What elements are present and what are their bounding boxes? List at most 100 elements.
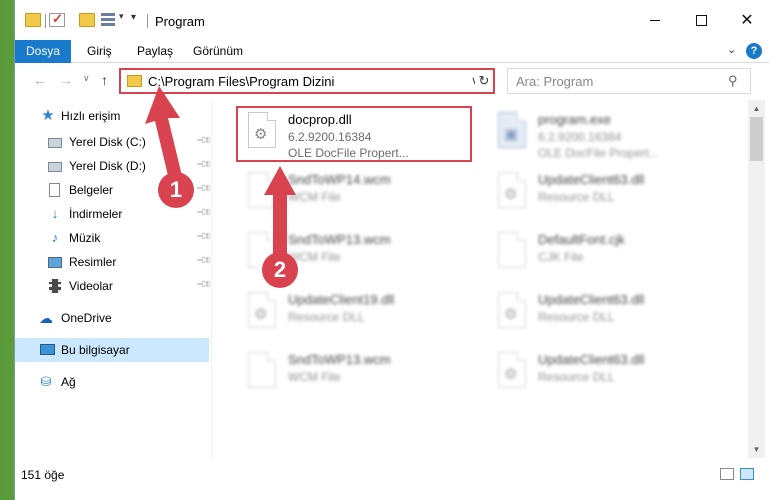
file-name: SndToWP13.wcm xyxy=(288,352,391,367)
file-icon xyxy=(248,352,276,388)
download-icon: ↓ xyxy=(51,206,59,221)
close-button[interactable]: ✕ xyxy=(724,0,769,40)
pin-icon[interactable]: 📌︎ xyxy=(195,156,212,173)
file-type: CJK File xyxy=(538,250,584,264)
file-name: UpdateClient63.dll xyxy=(538,292,645,307)
sidebar-item-this-pc[interactable]: Bu bilgisayar xyxy=(15,338,209,362)
sidebar-item-label: Videolar xyxy=(69,279,113,293)
network-icon: ⛁ xyxy=(40,374,52,389)
file-tile[interactable]: ⚙ UpdateClient19.dll Resource DLL xyxy=(238,286,478,342)
file-tile[interactable]: ⚙ UpdateClient63.dll Resource DLL xyxy=(488,346,728,402)
search-box[interactable]: Ara: Program ⚲ xyxy=(507,68,751,94)
pin-icon[interactable]: 📌︎ xyxy=(195,180,212,197)
tiles-view-icon[interactable] xyxy=(740,468,754,480)
sidebar-item-local-disk-c[interactable]: Yerel Disk (C:) 📌︎ xyxy=(15,130,212,154)
file-icon xyxy=(248,172,276,208)
help-icon[interactable]: ? xyxy=(746,43,762,59)
dll-file-icon: ⚙ xyxy=(248,292,276,328)
scroll-down-icon[interactable]: ▼ xyxy=(748,441,765,458)
details-view-icon[interactable] xyxy=(720,468,734,480)
file-name: UpdateClient19.dll xyxy=(288,292,395,307)
sidebar-item-label: OneDrive xyxy=(61,311,112,325)
up-arrow-icon[interactable]: ↑ xyxy=(101,72,108,88)
properties-icon[interactable] xyxy=(101,13,115,27)
search-input[interactable]: Ara: Program xyxy=(516,74,593,89)
step-badge-2: 2 xyxy=(262,252,298,288)
highlight-box xyxy=(236,106,472,162)
drive-icon xyxy=(48,162,62,172)
pin-icon[interactable]: 📌︎ xyxy=(195,204,212,221)
file-description: OLE DocFile Propert... xyxy=(538,146,659,160)
file-name: program.exe xyxy=(538,112,611,127)
folder-icon xyxy=(25,13,41,27)
file-name: DefaultFont.cjk xyxy=(538,232,625,247)
sidebar-item-videos[interactable]: Videolar 📌︎ xyxy=(15,274,212,298)
divider xyxy=(45,14,46,28)
new-folder-icon[interactable] xyxy=(79,13,95,27)
file-tile[interactable]: SndToWP13.wcm WCM File xyxy=(238,346,478,402)
explorer-window: ▾ ▾ Program ✕ Dosya Giriş Paylaş Görünüm… xyxy=(14,0,769,500)
recent-locations-icon[interactable]: ∨ xyxy=(83,73,90,84)
sidebar-item-network[interactable]: ⛁ Ağ xyxy=(15,370,209,394)
scroll-thumb[interactable] xyxy=(750,117,763,161)
status-bar: 151 öğe xyxy=(15,460,769,500)
exe-file-icon: ▣ xyxy=(498,112,526,148)
sidebar-item-label: Yerel Disk (C:) xyxy=(69,135,146,149)
tab-home[interactable]: Giriş xyxy=(83,40,116,63)
sidebar-item-onedrive[interactable]: ☁ OneDrive xyxy=(15,306,209,330)
file-tile[interactable]: ⚙ UpdateClient63.dll Resource DLL xyxy=(488,166,728,222)
dll-file-icon: ⚙ xyxy=(498,352,526,388)
file-name: SndToWP14.wcm xyxy=(288,172,391,187)
minimize-button[interactable] xyxy=(632,0,678,40)
vertical-scrollbar[interactable]: ▲ ▼ xyxy=(748,100,765,458)
back-arrow-icon[interactable]: ← xyxy=(33,72,47,88)
file-version: 6.2.9200.16384 xyxy=(538,130,622,144)
sidebar-item-quick-access[interactable]: ★ Hızlı erişim xyxy=(15,104,209,128)
pin-icon[interactable]: 📌︎ xyxy=(195,252,212,269)
drive-icon xyxy=(48,138,62,148)
file-tile[interactable]: ▣ program.exe 6.2.9200.16384 OLE DocFile… xyxy=(488,106,728,162)
dll-file-icon: ⚙ xyxy=(498,292,526,328)
sidebar-item-label: Hızlı erişim xyxy=(61,109,121,123)
pin-icon[interactable]: 📌︎ xyxy=(195,276,212,293)
step-badge-1: 1 xyxy=(158,172,194,208)
file-tile[interactable]: SndToWP14.wcm WCM File xyxy=(238,166,478,222)
file-type: WCM File xyxy=(288,190,341,204)
customize-toolbar-icon[interactable]: ▾ xyxy=(131,12,136,23)
cloud-icon: ☁ xyxy=(39,310,53,326)
file-name: UpdateClient63.dll xyxy=(538,352,645,367)
scroll-up-icon[interactable]: ▲ xyxy=(748,100,765,117)
video-icon xyxy=(49,279,61,293)
file-type: Resource DLL xyxy=(538,190,615,204)
address-path[interactable]: C:\Program Files\Program Dizini xyxy=(148,74,334,89)
refresh-button[interactable]: ↻ xyxy=(475,68,495,94)
forward-arrow-icon[interactable]: → xyxy=(59,72,73,88)
sidebar-item-music[interactable]: ♪ Müzik 📌︎ xyxy=(15,226,212,250)
file-tile[interactable]: ⚙ UpdateClient63.dll Resource DLL xyxy=(488,286,728,342)
navigation-pane: ★ Hızlı erişim Yerel Disk (C:) 📌︎ Yerel … xyxy=(15,100,212,460)
sidebar-item-label: Yerel Disk (D:) xyxy=(69,159,146,173)
search-icon[interactable]: ⚲ xyxy=(728,73,738,89)
address-bar[interactable]: C:\Program Files\Program Dizini ∨ xyxy=(119,68,493,94)
file-type: Resource DLL xyxy=(538,370,615,384)
computer-icon xyxy=(40,344,55,355)
file-type: Resource DLL xyxy=(538,310,615,324)
file-tile[interactable]: DefaultFont.cjk CJK File xyxy=(488,226,728,282)
sidebar-item-label: Müzik xyxy=(69,231,101,245)
sidebar-item-label: Ağ xyxy=(61,375,76,389)
pin-icon[interactable]: 📌︎ xyxy=(195,132,212,149)
file-type: Resource DLL xyxy=(288,310,365,324)
tab-file[interactable]: Dosya xyxy=(15,40,71,63)
maximize-button[interactable] xyxy=(678,0,724,40)
music-icon: ♪ xyxy=(51,230,59,245)
tab-share[interactable]: Paylaş xyxy=(133,40,177,63)
chevron-down-icon[interactable]: ▾ xyxy=(119,11,124,22)
expand-ribbon-icon[interactable]: ⌄ xyxy=(727,43,736,56)
file-type: WCM File xyxy=(288,370,341,384)
tab-view[interactable]: Görünüm xyxy=(189,40,247,63)
pin-icon[interactable]: 📌︎ xyxy=(195,228,212,245)
sidebar-item-pictures[interactable]: Resimler 📌︎ xyxy=(15,250,212,274)
item-count: 151 öğe xyxy=(21,468,65,482)
title-bar: ▾ ▾ Program ✕ xyxy=(15,0,769,40)
properties-check-icon[interactable] xyxy=(49,11,65,27)
